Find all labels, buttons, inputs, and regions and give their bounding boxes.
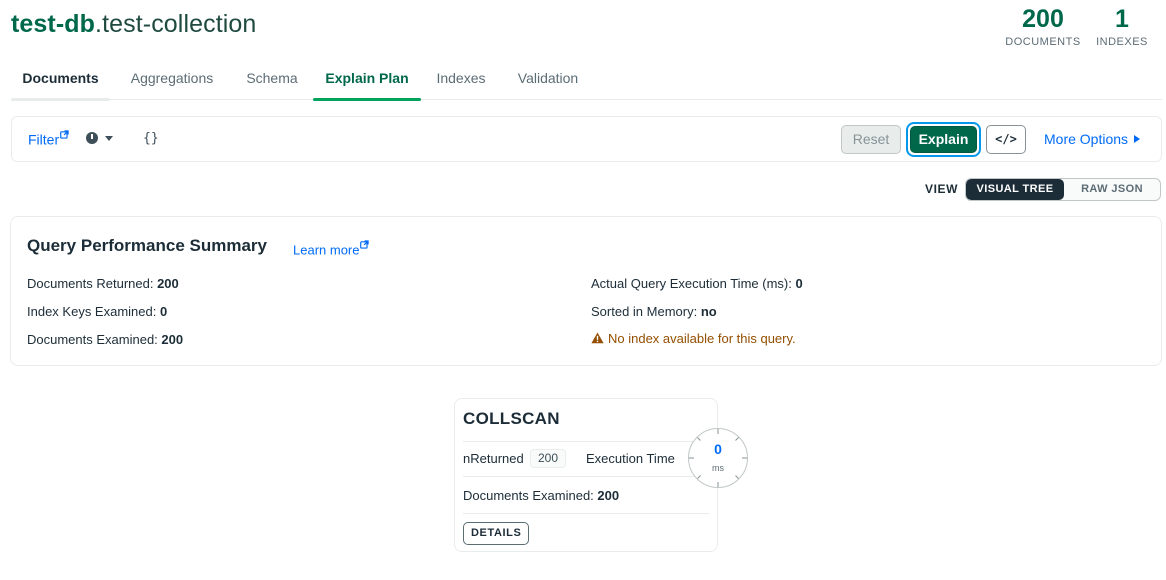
documents-count: 200	[1022, 5, 1064, 33]
stage-name: COLLSCAN	[463, 409, 560, 428]
clock-face-icon	[688, 428, 748, 488]
stage-documents-examined-label: Documents Examined:	[463, 488, 598, 503]
reset-button[interactable]: Reset	[841, 125, 901, 154]
external-link-icon	[360, 240, 370, 249]
query-history-chevron-down-icon[interactable]	[105, 136, 113, 141]
view-toggle: VISUAL TREE RAW JSON	[965, 178, 1161, 201]
indexes-stat: 1 INDEXES	[1096, 4, 1148, 48]
collection-tabs: Documents Aggregations Schema Explain Pl…	[11, 62, 1162, 101]
view-label: VIEW	[925, 182, 959, 196]
stage-divider	[463, 513, 709, 514]
details-button[interactable]: DETAILS	[463, 522, 530, 545]
index-keys-examined-label: Index Keys Examined:	[27, 304, 160, 319]
tab-schema[interactable]: Schema	[240, 62, 304, 100]
no-index-warning-text: No index available for this query.	[608, 331, 796, 346]
tab-explain-plan-underline	[313, 98, 421, 101]
stage-documents-examined-value: 200	[597, 488, 620, 503]
warning-icon	[591, 332, 604, 344]
execution-time: Actual Query Execution Time (ms): 0	[591, 276, 803, 291]
execution-time-label: Execution Time	[586, 451, 675, 466]
documents-returned-label: Documents Returned:	[27, 276, 158, 291]
tab-documents-underline	[11, 98, 110, 101]
documents-examined: Documents Examined: 200	[27, 332, 183, 347]
tab-schema-label: Schema	[246, 70, 298, 86]
documents-examined-label: Documents Examined:	[27, 332, 162, 347]
documents-returned-value: 200	[157, 276, 179, 291]
caret-right-icon	[1134, 135, 1141, 143]
indexes-count: 1	[1115, 5, 1129, 33]
nreturned-label: nReturned	[463, 451, 524, 466]
tab-explain-plan-label: Explain Plan	[325, 70, 409, 86]
learn-more-link[interactable]: Learn more	[293, 240, 370, 258]
filter-link[interactable]: Filter	[28, 130, 69, 148]
sorted-in-memory-label: Sorted in Memory:	[591, 304, 701, 319]
tab-documents[interactable]: Documents	[11, 62, 110, 101]
explain-button[interactable]: Explain	[910, 126, 977, 153]
execution-time-clock: 0 ms	[687, 427, 749, 489]
collection-name: .test-collection	[95, 10, 257, 38]
tab-aggregations[interactable]: Aggregations	[123, 62, 221, 100]
execution-time-label: Actual Query Execution Time (ms):	[591, 276, 796, 291]
tab-validation-label: Validation	[517, 70, 579, 86]
index-keys-examined-value: 0	[159, 304, 168, 319]
summary-title: Query Performance Summary	[27, 236, 267, 255]
query-history-clock-icon[interactable]	[86, 132, 98, 144]
collscan-stage-card[interactable]: COLLSCAN nReturned 200 Execution Time Do…	[454, 398, 748, 552]
more-options-label: More Options	[1044, 131, 1129, 147]
visual-tree-option[interactable]: VISUAL TREE	[966, 179, 1064, 200]
tab-indexes-label: Indexes	[436, 70, 486, 86]
documents-stat: 200 DOCUMENTS	[1005, 4, 1081, 48]
query-bar: Filter {} Reset Explain </> More Options	[11, 116, 1162, 162]
documents-returned: Documents Returned: 200	[27, 276, 179, 291]
index-keys-examined: Index Keys Examined: 0	[27, 304, 167, 319]
tab-documents-label: Documents	[22, 70, 99, 86]
export-code-button[interactable]: </>	[986, 125, 1026, 154]
filter-input[interactable]: {}	[143, 131, 159, 146]
no-index-warning: No index available for this query.	[591, 331, 796, 346]
execution-time-unit: ms	[712, 463, 724, 473]
sorted-in-memory-value: no	[700, 304, 717, 319]
tab-validation[interactable]: Validation	[511, 62, 585, 100]
filter-label: Filter	[28, 131, 60, 148]
nreturned-value: 200	[530, 449, 567, 468]
collection-title: test-db.test-collection	[11, 10, 256, 39]
tab-aggregations-label: Aggregations	[130, 70, 214, 86]
documents-stat-label: DOCUMENTS	[1005, 36, 1081, 48]
execution-time-value: 0	[714, 441, 722, 457]
query-performance-summary: Query Performance Summary Learn more Doc…	[10, 216, 1162, 366]
more-options-button[interactable]: More Options	[1044, 131, 1141, 147]
documents-examined-value: 200	[161, 332, 184, 347]
sorted-in-memory: Sorted in Memory: no	[591, 304, 717, 319]
stage-divider	[463, 476, 709, 477]
learn-more-label: Learn more	[293, 242, 360, 258]
tab-indexes[interactable]: Indexes	[431, 62, 491, 100]
database-name: test-db	[11, 10, 96, 38]
execution-time-value: 0	[795, 276, 803, 291]
stage-divider	[463, 441, 709, 442]
explain-button-focus-ring: Explain	[906, 122, 981, 157]
raw-json-option[interactable]: RAW JSON	[1064, 179, 1160, 200]
stage-documents-examined: Documents Examined: 200	[463, 488, 619, 503]
tab-explain-plan[interactable]: Explain Plan	[313, 62, 421, 101]
indexes-stat-label: INDEXES	[1096, 36, 1148, 48]
external-link-icon	[60, 130, 69, 139]
